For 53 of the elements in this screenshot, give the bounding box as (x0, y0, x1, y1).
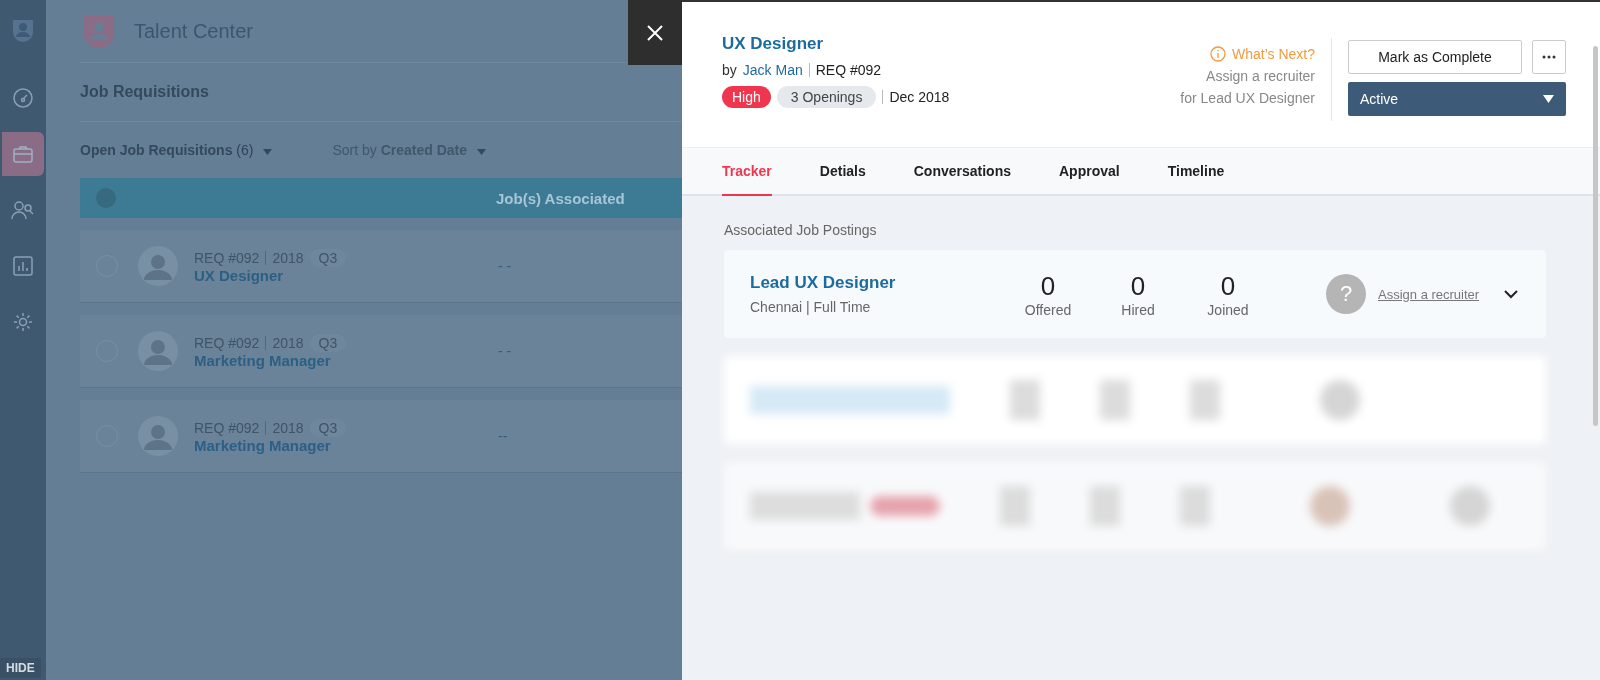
caret-icon (1543, 95, 1554, 103)
close-icon (647, 24, 663, 41)
avatar-icon (138, 416, 178, 456)
filter-dropdown[interactable]: Open Job Requisitions (6) (80, 142, 273, 158)
stat-label: Joined (1207, 301, 1249, 318)
hide-button[interactable]: HIDE (0, 658, 41, 678)
tab[interactable]: Conversations (913, 148, 1011, 196)
jobs-associated: -- (498, 428, 508, 444)
posting-location: Chennai | Full Time (750, 299, 872, 315)
mark-complete-button[interactable]: Mark as Complete (1348, 40, 1522, 74)
caret-icon (476, 149, 486, 155)
section-label: Associated Job Postings (724, 222, 878, 238)
more-icon (1542, 55, 1556, 59)
tab[interactable]: Approval (1059, 148, 1120, 196)
gauge-icon (12, 87, 34, 109)
scrollbar[interactable] (1593, 46, 1598, 426)
jobs-associated: - - (498, 258, 512, 274)
tab[interactable]: Detials (819, 148, 866, 196)
avatar-icon (138, 246, 178, 286)
by-label: by (722, 62, 737, 78)
jobs-associated: - - (498, 343, 512, 359)
stat-value: 0 (1130, 270, 1146, 302)
hint-text: for Lead UX Designer (1180, 90, 1315, 106)
sidebar-item[interactable] (2, 132, 44, 176)
openings-badge: 3 Openings (776, 86, 877, 108)
priority-badge: High (722, 86, 771, 108)
hint-text: Assign a recruiter (1206, 68, 1315, 84)
unassigned-recruiter-avatar: ? (1326, 274, 1366, 314)
stat-label: Hired (1121, 301, 1155, 318)
stat-value: 0 (1040, 270, 1056, 302)
whats-next-link[interactable]: What’s Next? (1232, 46, 1315, 62)
stat-label: Offered (1024, 301, 1072, 318)
requisition-title: UX Designer (722, 34, 825, 54)
tab[interactable]: Tracker (722, 148, 772, 196)
status-dropdown[interactable]: Active (1348, 82, 1566, 116)
caret-icon (263, 149, 273, 155)
tab[interactable]: Timeline (1167, 148, 1225, 196)
briefcase-icon (12, 143, 34, 165)
req-number: REQ #092 (815, 62, 882, 78)
close-button[interactable] (628, 0, 682, 65)
bar-chart-icon (12, 255, 34, 277)
avatar-icon (138, 331, 178, 371)
posting-title-link[interactable]: Lead UX Designer (750, 273, 1020, 293)
page-title: Job Requisitions (80, 83, 209, 101)
column-header: Job(s) Associated (496, 189, 625, 207)
more-button[interactable] (1532, 40, 1566, 74)
people-icon (11, 199, 35, 221)
author-link[interactable]: Jack Man (742, 62, 803, 78)
date-text: Dec 2018 (889, 89, 950, 105)
assign-recruiter-link[interactable]: Assign a recruiter (1378, 286, 1480, 302)
info-icon (1210, 46, 1226, 62)
stat-value: 0 (1220, 270, 1236, 302)
chevron-icon (1504, 289, 1518, 299)
